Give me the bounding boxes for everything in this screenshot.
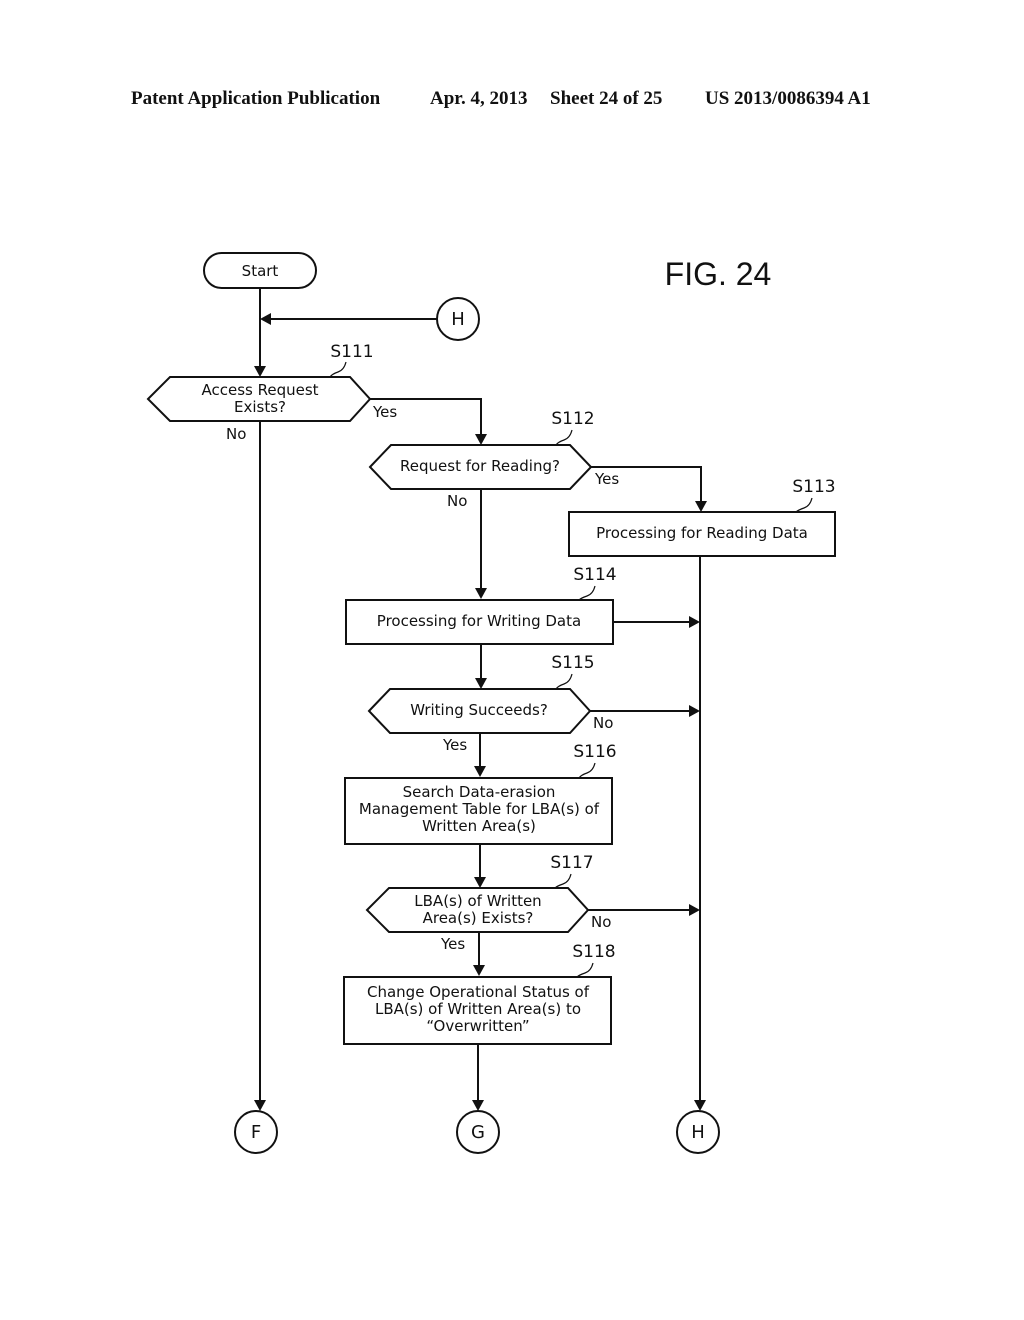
s116-leader	[578, 762, 596, 779]
start-label: Start	[242, 262, 279, 280]
s115-leader	[555, 673, 573, 690]
connector-f-label: F	[251, 1122, 261, 1143]
connector-h-out-label: H	[691, 1122, 705, 1143]
s112-line1: Request for Reading?	[400, 457, 560, 475]
connector-h-out: H	[676, 1110, 720, 1154]
s112-id: S112	[551, 409, 594, 429]
s115-yes-label: Yes	[442, 736, 467, 754]
flowchart-diagram: FIG. 24 Start H Access Request Exists? S…	[146, 252, 836, 1154]
s111-id: S111	[330, 342, 373, 362]
arrowhead	[254, 366, 266, 377]
arrowhead	[694, 1100, 706, 1111]
arrowhead	[695, 501, 707, 512]
step-s112: Request for Reading? S112	[368, 409, 595, 490]
connector-f-out: F	[234, 1110, 278, 1154]
arrowhead	[260, 313, 271, 325]
connector-g-label: G	[471, 1122, 485, 1143]
s114-line1: Processing for Writing Data	[377, 612, 581, 630]
s117-line1: LBA(s) of Written	[414, 892, 541, 910]
s115-line1: Writing Succeeds?	[410, 701, 548, 719]
s118-leader	[576, 962, 594, 978]
arrowhead	[472, 1100, 484, 1111]
s118-line2: LBA(s) of Written Area(s) to	[375, 1000, 581, 1018]
arrowhead	[689, 616, 700, 628]
s111-yes-label: Yes	[372, 403, 397, 421]
s117-yes-label: Yes	[440, 935, 465, 953]
connector-g-out: G	[456, 1110, 500, 1154]
s114-id: S114	[573, 565, 616, 585]
s113-id: S113	[792, 477, 835, 497]
step-s113: Processing for Reading Data S113	[568, 477, 836, 557]
s117-id: S117	[550, 853, 593, 873]
arrowhead	[475, 678, 487, 689]
s112-yes-label: Yes	[594, 470, 619, 488]
figure-title: FIG. 24	[665, 256, 772, 292]
arrowhead	[254, 1100, 266, 1111]
s111-line2: Exists?	[234, 398, 286, 416]
s112-leader	[555, 429, 573, 446]
s118-id: S118	[572, 942, 615, 962]
s115-no-label: No	[593, 714, 613, 732]
s116-id: S116	[573, 742, 616, 762]
s117-leader	[554, 873, 572, 889]
arrowhead	[473, 965, 485, 976]
s117-line2: Area(s) Exists?	[423, 909, 534, 927]
arrowhead	[474, 877, 486, 888]
connector-h-in: H	[436, 297, 480, 341]
s116-line1: Search Data-erasion	[403, 783, 556, 801]
s111-no-label: No	[226, 425, 246, 443]
s111-leader	[329, 361, 347, 378]
s111-line1: Access Request	[201, 381, 318, 399]
s117-no-label: No	[591, 913, 611, 931]
arrowhead	[475, 434, 487, 445]
arrowhead	[474, 766, 486, 777]
connector-h-in-label: H	[451, 309, 465, 330]
arrowhead	[689, 904, 700, 916]
s118-line1: Change Operational Status of	[367, 983, 590, 1001]
s113-leader	[795, 497, 813, 513]
arrowhead	[475, 588, 487, 599]
s112-no-label: No	[447, 492, 467, 510]
s118-line3: “Overwritten”	[426, 1017, 529, 1035]
s116-line2: Management Table for LBA(s) of	[359, 800, 600, 818]
s113-line1: Processing for Reading Data	[596, 524, 808, 542]
s116-line3: Written Area(s)	[422, 817, 536, 835]
arrowhead	[689, 705, 700, 717]
s115-id: S115	[551, 653, 594, 673]
s114-leader	[578, 585, 596, 601]
start-terminal: Start	[203, 252, 317, 289]
